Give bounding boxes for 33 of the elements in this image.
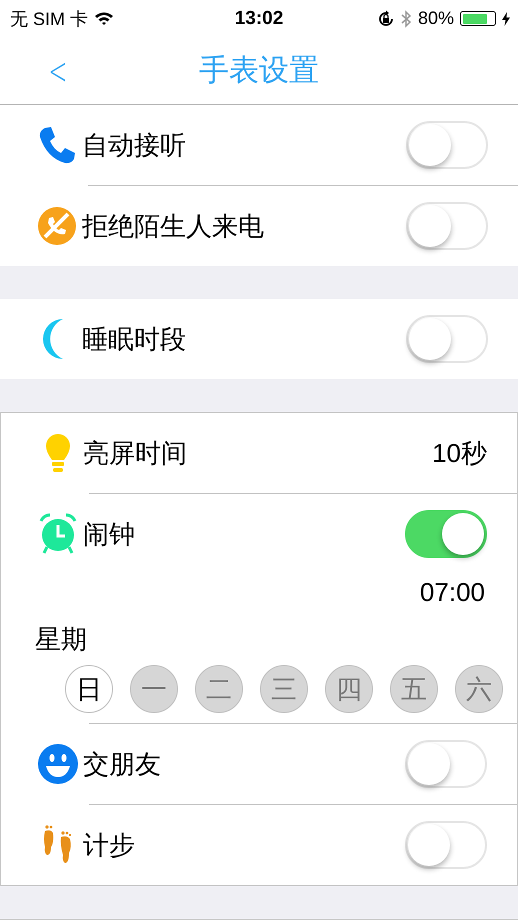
rotation-lock-icon [376, 10, 395, 28]
weekday-toggle[interactable]: 六 [455, 665, 503, 713]
battery-icon [460, 11, 496, 26]
clock-time: 13:02 [234, 8, 284, 30]
setting-value[interactable]: 10秒 [432, 436, 487, 470]
lightbulb-icon [45, 433, 71, 473]
weekday-toggle[interactable]: 三 [260, 665, 308, 713]
blocked-call-icon [37, 206, 77, 246]
weekday-label: 星期 [34, 623, 88, 656]
weekday-toggle[interactable]: 日 [65, 665, 113, 713]
back-button[interactable]: < [46, 49, 70, 93]
alarm-clock-icon [38, 513, 78, 555]
wifi-icon [94, 11, 114, 26]
weekday-toggle[interactable]: 五 [390, 665, 438, 713]
battery-percent: 80% [418, 8, 454, 29]
setting-label: 自动接听 [82, 128, 187, 162]
page-title: 手表设置 [199, 53, 319, 89]
weekday-toggle[interactable]: 二 [195, 665, 243, 713]
setting-label: 亮屏时间 [83, 436, 188, 470]
weekday-toggle[interactable]: 一 [130, 665, 178, 713]
weekday-toggle[interactable]: 四 [325, 665, 373, 713]
bluetooth-icon [400, 10, 412, 28]
smiley-icon [38, 744, 78, 784]
setting-label: 闹钟 [83, 518, 136, 550]
alarm-time[interactable]: 07:00 [420, 576, 485, 608]
toggle-switch[interactable] [405, 510, 487, 558]
phone-icon [37, 125, 77, 165]
setting-label: 睡眠时段 [82, 322, 187, 356]
setting-label: 交朋友 [83, 748, 162, 780]
carrier-text: 无 SIM 卡 [10, 8, 88, 30]
setting-label: 拒绝陌生人来电 [82, 210, 265, 242]
charging-icon [502, 12, 510, 26]
setting-label: 计步 [83, 828, 136, 862]
